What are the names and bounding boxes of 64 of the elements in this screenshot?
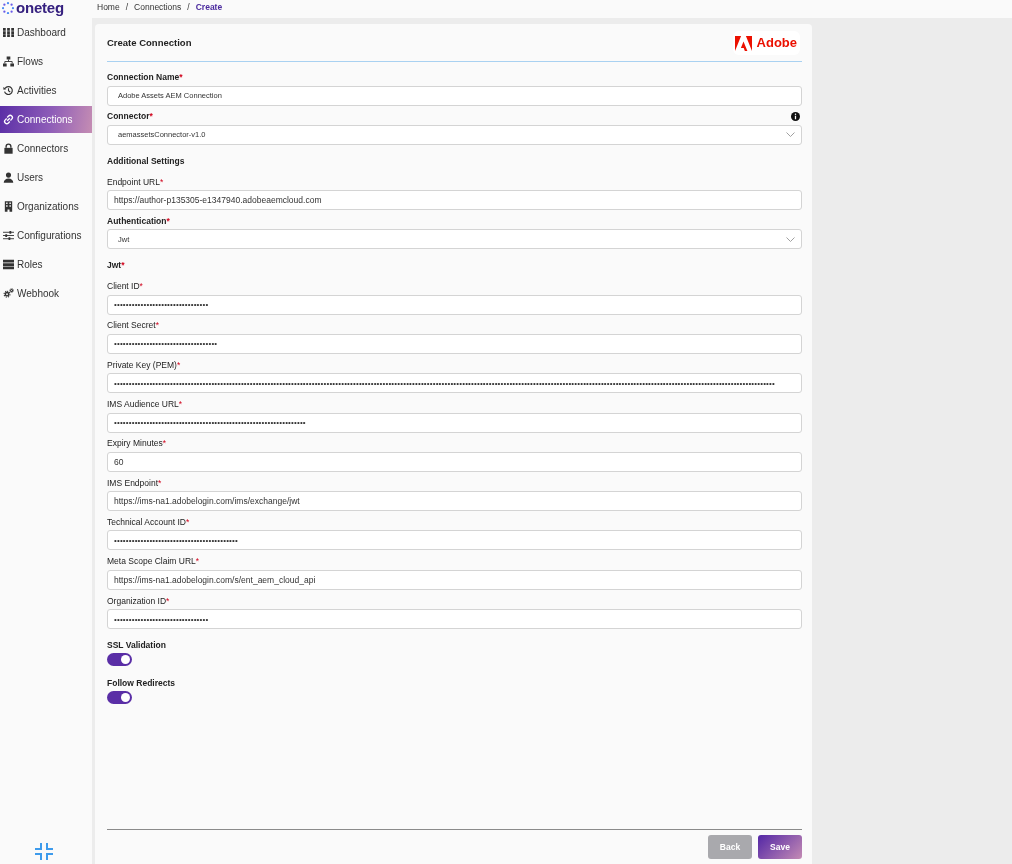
nav-item[interactable]: Webhook (0, 280, 92, 307)
field-label: Client Secret* (107, 319, 159, 332)
field-label: Client ID* (107, 280, 143, 293)
breadcrumb-link[interactable]: Home (97, 2, 120, 13)
footer-button[interactable]: Save (758, 835, 802, 859)
password-field[interactable]: •••••••••••••••••••••••••••••••••••••••••••••••••••••••••••••••••••••••••••••••••••••••••••••••••••••••••••••••••••••••••••••••••••••••••••••••••••••••••••••••••••••••••••••••••••••••••••••••••••••••••••••••••••••••••••••••• (107, 373, 802, 394)
field-label: Private Key (PEM)* (107, 358, 181, 371)
user-icon (3, 172, 14, 183)
field-label: Connector* (107, 110, 153, 123)
grid-icon (3, 27, 14, 38)
password-field[interactable]: •••••••••••••••••••••••••••••••••••••••••• (107, 530, 802, 551)
chevron-down-icon (786, 236, 795, 243)
input-field[interactable]: https://author-p135305-e1347940.adobeaemcloud.com (107, 190, 802, 211)
brand-name: Adobe (756, 35, 797, 51)
nav-item[interactable]: Dashboard (0, 19, 92, 46)
logo-icon (734, 35, 752, 51)
nav-item[interactable]: Activities (0, 77, 92, 104)
field-label: SSL Validation (107, 638, 166, 651)
field-label: Expiry Minutes* (107, 437, 167, 450)
nav-item[interactable]: Connectors (0, 135, 92, 162)
link-icon (3, 114, 14, 125)
sitemap-icon (3, 56, 14, 67)
nav-item[interactable]: Users (0, 164, 92, 191)
chevron-down-icon (786, 132, 795, 138)
collapse-icon[interactable] (35, 843, 53, 860)
section-heading: Additional Settings (107, 154, 185, 167)
nav-item[interactable]: Connections (0, 106, 92, 133)
logo-text: oneteg (16, 0, 64, 16)
input-field[interactable]: https://ims-na1.adobelogin.com/s/ent_aem_cloud_api (107, 569, 802, 590)
password-field[interactable]: ••••••••••••••••••••••••••••••••••• (107, 334, 802, 354)
field-label: Authentication* (107, 214, 170, 227)
breadcrumb-separator: / (125, 2, 129, 13)
section-heading: Jwt* (107, 259, 125, 272)
field-label: Technical Account ID* (107, 515, 190, 528)
lock-icon (3, 143, 14, 154)
toggle-switch[interactable] (107, 652, 132, 666)
nav-item[interactable]: Roles (0, 251, 92, 278)
breadcrumb-separator: / (187, 2, 190, 13)
input-field[interactable]: https://ims-na1.adobelogin.com/ims/exchange/jwt (107, 491, 802, 512)
form-title: Create Connection (107, 37, 192, 49)
info-icon[interactable] (791, 111, 800, 121)
logo-icon (2, 1, 14, 15)
sliders-icon (3, 230, 14, 241)
nav-item[interactable]: Organizations (0, 193, 92, 220)
toggle-switch[interactable] (107, 690, 132, 704)
field-label: Follow Redirects (107, 676, 175, 689)
gears-icon (3, 288, 14, 299)
building-icon (3, 201, 14, 212)
nav-item[interactable]: Flows (0, 48, 92, 75)
field-label: Endpoint URL* (107, 175, 164, 188)
breadcrumb-link[interactable]: Create (195, 2, 223, 13)
nav-item[interactable]: Configurations (0, 222, 92, 249)
field-label: Connection Name* (107, 71, 183, 83)
password-field[interactable]: •••••••••••••••••••••••••••••••• (107, 609, 802, 630)
history-icon (3, 85, 14, 96)
list-icon (3, 259, 14, 270)
field-label: IMS Audience URL* (107, 398, 183, 411)
password-field[interactable]: ••••••••••••••••••••••••••••••••••••••••••••••••••••••••••••••••• (107, 412, 802, 433)
input-field[interactable]: 60 (107, 451, 802, 472)
breadcrumb-link[interactable]: Connections (134, 2, 182, 13)
password-field[interactable]: •••••••••••••••••••••••••••••••• (107, 294, 802, 315)
field-label: Meta Scope Claim URL* (107, 555, 200, 568)
field-label: Organization ID* (107, 594, 170, 607)
field-label: IMS Endpoint* (107, 476, 162, 489)
